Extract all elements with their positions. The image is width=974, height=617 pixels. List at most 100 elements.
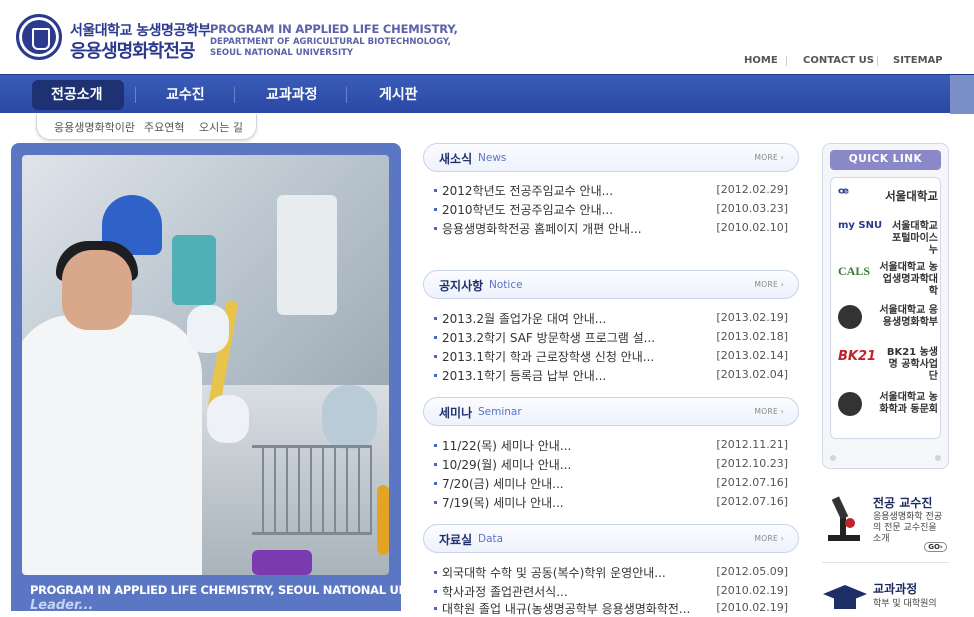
site-title-english-line1: PROGRAM IN APPLIED LIFE CHEMISTRY, — [210, 22, 458, 36]
post-title[interactable]: 2012학년도 전공주임교수 안내... — [442, 182, 613, 199]
seminar-more-link[interactable]: MORE › — [754, 407, 784, 416]
util-divider — [786, 56, 787, 66]
subnav-item-directions[interactable]: 오시는 길 — [199, 119, 243, 135]
quick-link-title: QUICK LINK — [830, 150, 941, 170]
quick-link-label: 서울대학교 — [885, 189, 938, 203]
bullet-icon — [434, 607, 437, 610]
faculty-promo-text: 응용생명화학 전공의 전문 교수진을 소개 — [873, 512, 943, 544]
bullet-icon — [434, 227, 437, 230]
subnav-item-about[interactable]: 응용생명화학이란 — [54, 119, 135, 135]
nav-item-curriculum[interactable]: 교과과정 — [266, 84, 318, 104]
list-item[interactable]: 대학원 졸업 내규(농생명공학부 응용생명화학전... [2010.02.19] — [434, 600, 794, 616]
nav-item-intro[interactable]: 전공소개 — [51, 84, 103, 104]
news-more-link[interactable]: MORE › — [754, 153, 784, 162]
quick-link-bk21[interactable]: BK21 BK21 농생명 공학사업단 — [838, 345, 938, 382]
quick-link-dept[interactable]: 서울대학교 응용생명화학부 — [838, 303, 938, 333]
nav-item-faculty[interactable]: 교수진 — [166, 84, 205, 104]
snu-seal-icon — [838, 392, 862, 416]
post-title[interactable]: 7/19(목) 세미나 안내... — [442, 494, 564, 511]
nav-divider — [346, 87, 347, 103]
mysnu-logo-icon: my SNU — [838, 220, 883, 231]
post-title[interactable]: 외국대학 수학 및 공동(복수)학위 운영안내... — [442, 564, 666, 581]
nav-end-cap — [950, 75, 974, 114]
nav-item-board[interactable]: 게시판 — [379, 84, 418, 104]
list-item[interactable]: 10/29(월) 세미나 안내... [2012.10.23] — [434, 456, 794, 472]
list-item[interactable]: 2013.2학기 SAF 방문학생 프로그램 설... [2013.02.18] — [434, 329, 794, 345]
notice-board-title: 공지사항 — [439, 279, 484, 293]
curriculum-promo-title[interactable]: 교과과정 — [873, 580, 917, 597]
post-title[interactable]: 10/29(월) 세미나 안내... — [442, 456, 571, 473]
lab-flask-image — [322, 385, 377, 450]
list-item[interactable]: 외국대학 수학 및 공동(복수)학위 운영안내... [2012.05.09] — [434, 564, 794, 580]
quick-link-alumni[interactable]: 서울대학교 농화학과 동문회 — [838, 390, 938, 420]
promo-divider — [822, 562, 949, 563]
subnav-item-history[interactable]: 주요연혁 — [144, 119, 184, 135]
list-item[interactable]: 2010학년도 전공주임교수 안내... [2010.03.23] — [434, 201, 794, 217]
bk21-logo-icon: BK21 — [838, 349, 877, 364]
faculty-go-button[interactable]: GO› — [924, 542, 947, 552]
site-title-english-line2: DEPARTMENT OF AGRICULTURAL BIOTECHNOLOGY… — [210, 37, 451, 47]
seminar-board-header: 세미나 Seminar MORE › — [423, 397, 799, 426]
data-board-header: 자료실 Data MORE › — [423, 524, 799, 553]
sitemap-link[interactable]: SITEMAP — [893, 55, 943, 66]
post-date: [2012.07.16] — [716, 476, 788, 489]
list-item[interactable]: 학사과정 졸업관련서식... [2010.02.19] — [434, 583, 794, 599]
lab-bottle-image — [172, 235, 216, 305]
panel-corner-dot — [830, 455, 836, 461]
snu-seal-icon — [838, 305, 862, 329]
post-title[interactable]: 2010학년도 전공주임교수 안내... — [442, 201, 613, 218]
notice-board-subtitle: Notice — [489, 279, 523, 291]
post-date: [2012.05.09] — [716, 565, 788, 578]
post-date: [2013.02.14] — [716, 349, 788, 362]
post-title[interactable]: 2013.1학기 학과 근로장학생 신청 안내... — [442, 348, 654, 365]
post-title[interactable]: 응용생명화학전공 홈페이지 개편 안내... — [442, 220, 642, 237]
university-seal-logo[interactable] — [16, 14, 62, 60]
list-item[interactable]: 응용생명화학전공 홈페이지 개편 안내... [2010.02.10] — [434, 220, 794, 236]
post-date: [2012.02.29] — [716, 183, 788, 196]
quick-link-snu[interactable]: ꟹ 서울대학교 — [838, 182, 938, 212]
bullet-icon — [434, 482, 437, 485]
researcher-coat-image — [22, 315, 202, 575]
bullet-icon — [434, 590, 437, 593]
bullet-icon — [434, 336, 437, 339]
post-title[interactable]: 11/22(목) 세미나 안내... — [442, 437, 571, 454]
bullet-icon — [434, 208, 437, 211]
post-date: [2012.11.21] — [716, 438, 788, 451]
list-item[interactable]: 7/19(목) 세미나 안내... [2012.07.16] — [434, 494, 794, 510]
bullet-icon — [434, 501, 437, 504]
list-item[interactable]: 2012학년도 전공주임교수 안내... [2012.02.29] — [434, 182, 794, 198]
post-title[interactable]: 2013.2학기 SAF 방문학생 프로그램 설... — [442, 329, 655, 346]
bullet-icon — [434, 463, 437, 466]
quick-link-mysnu[interactable]: my SNU 서울대학교 포털마이스누 — [838, 219, 938, 257]
list-item[interactable]: 2013.1학기 학과 근로장학생 신청 안내... [2013.02.14] — [434, 348, 794, 364]
list-item[interactable]: 2013.2월 졸업가운 대여 안내... [2013.02.19] — [434, 310, 794, 326]
snu-logo-icon: ꟹ — [838, 184, 850, 203]
util-divider — [877, 56, 878, 66]
post-title[interactable]: 대학원 졸업 내규(농생명공학부 응용생명화학전... — [442, 600, 690, 617]
nav-divider — [234, 87, 235, 103]
bullet-icon — [434, 571, 437, 574]
post-title[interactable]: 학사과정 졸업관련서식... — [442, 583, 568, 600]
notice-more-link[interactable]: MORE › — [754, 280, 784, 289]
quick-link-cals[interactable]: CALS 서울대학교 농업생명과학대학 — [838, 260, 938, 297]
glove-image — [187, 305, 229, 353]
post-date: [2010.02.10] — [716, 221, 788, 234]
faculty-promo-title[interactable]: 전공 교수진 — [873, 494, 932, 511]
data-more-link[interactable]: MORE › — [754, 534, 784, 543]
post-title[interactable]: 7/20(금) 세미나 안내... — [442, 475, 564, 492]
sub-navigation: 응용생명화학이란 주요연혁 오시는 길 — [36, 114, 257, 140]
post-date: [2012.10.23] — [716, 457, 788, 470]
home-link[interactable]: HOME — [744, 55, 778, 66]
post-date: [2010.02.19] — [716, 584, 788, 597]
main-visual-photo — [22, 155, 389, 575]
list-item[interactable]: 7/20(금) 세미나 안내... [2012.07.16] — [434, 475, 794, 491]
news-board-title: 새소식 — [439, 152, 473, 166]
list-item[interactable]: 11/22(목) 세미나 안내... [2012.11.21] — [434, 437, 794, 453]
quick-link-label: 서울대학교 포털마이스누 — [892, 221, 938, 256]
cals-logo-icon: CALS — [838, 264, 871, 278]
seminar-board-subtitle: Seminar — [478, 406, 522, 418]
post-title[interactable]: 2013.2월 졸업가운 대여 안내... — [442, 310, 606, 327]
list-item[interactable]: 2013.1학기 등록금 납부 안내... [2013.02.04] — [434, 367, 794, 383]
contact-us-link[interactable]: CONTACT US — [803, 55, 874, 66]
post-title[interactable]: 2013.1학기 등록금 납부 안내... — [442, 367, 606, 384]
